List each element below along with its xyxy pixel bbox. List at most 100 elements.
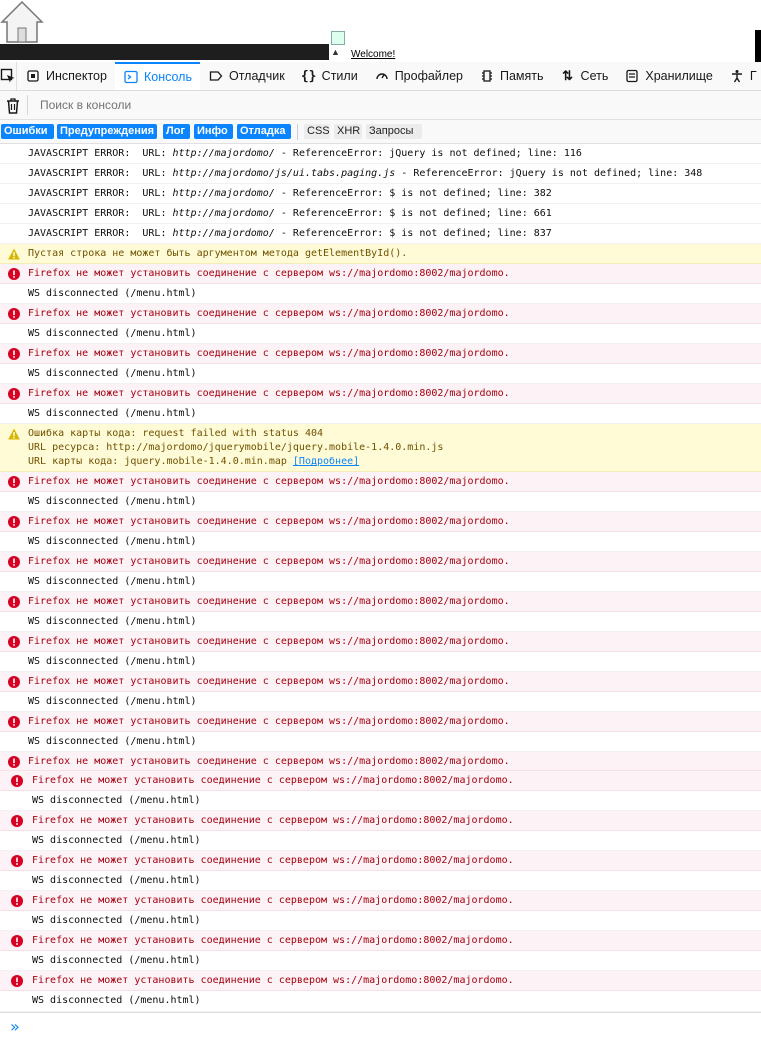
filter-info-button[interactable]: Инфо <box>194 124 233 139</box>
message-text: WS disconnected (/menu.html) <box>28 736 197 747</box>
message-text: Ошибка карты кода: request failed with s… <box>28 428 324 439</box>
message-prefix: JAVASCRIPT ERROR: URL: <box>28 148 173 159</box>
console-message-log: WS disconnected (/menu.html) <box>0 692 761 712</box>
message-text: WS disconnected (/menu.html) <box>32 875 201 886</box>
error-icon <box>8 476 20 488</box>
debugger-icon <box>208 68 224 84</box>
error-icon <box>8 676 20 688</box>
error-icon <box>8 556 20 568</box>
message-body: - ReferenceError: $ is not defined; line… <box>274 208 552 219</box>
filter-css-button[interactable]: CSS <box>304 124 330 139</box>
console-message-log: WS disconnected (/menu.html) <box>0 652 761 672</box>
message-text: WS disconnected (/menu.html) <box>28 368 197 379</box>
console-message-error: Firefox не может установить соединение с… <box>0 752 761 771</box>
tab-debugger[interactable]: Отладчик <box>200 62 293 90</box>
error-icon <box>8 596 20 608</box>
scroll-up-arrow-icon[interactable]: ▲ <box>331 47 340 57</box>
error-icon <box>8 388 20 400</box>
tab-storage[interactable]: Хранилище <box>616 62 721 90</box>
tab-label: Консоль <box>143 70 192 84</box>
network-icon: ⇅ <box>562 68 573 83</box>
message-text: Firefox не может установить соединение с… <box>32 855 514 866</box>
console-message-error: Firefox не может установить соединение с… <box>0 931 761 951</box>
console-js-input[interactable]: » <box>0 1012 761 1040</box>
filter-xhr-button[interactable]: XHR <box>334 124 362 139</box>
filter-logs-button[interactable]: Лог <box>163 124 190 139</box>
tab-inspector[interactable]: Инспектор <box>17 62 115 90</box>
memory-icon <box>479 68 495 84</box>
console-message-log: JAVASCRIPT ERROR: URL: http://majordomo/… <box>0 164 761 184</box>
error-icon <box>11 895 23 907</box>
message-text: Пустая строка не может быть аргументом м… <box>28 248 408 259</box>
tab-label: Инспектор <box>46 69 107 83</box>
home-icon[interactable] <box>0 0 44 44</box>
style-editor-icon: {} <box>300 68 317 84</box>
profiler-icon <box>374 68 390 84</box>
devtools-tabbar: Инспектор Консоль Отладчик {} Стили Проф… <box>0 62 761 91</box>
warning-icon <box>8 428 20 440</box>
message-text: Firefox не может установить соединение с… <box>28 636 510 647</box>
message-text: WS disconnected (/menu.html) <box>32 955 201 966</box>
clear-console-trash-icon[interactable] <box>5 97 21 114</box>
message-text: Firefox не может установить соединение с… <box>32 935 514 946</box>
message-text: WS disconnected (/menu.html) <box>28 496 197 507</box>
tab-accessibility[interactable]: Г <box>721 62 761 90</box>
storage-icon <box>624 68 640 84</box>
message-text: WS disconnected (/menu.html) <box>28 576 197 587</box>
message-text: WS disconnected (/menu.html) <box>28 616 197 627</box>
page-scrollbar[interactable] <box>755 30 761 62</box>
filter-separator <box>297 124 298 140</box>
console-message-warning: Ошибка карты кода: request failed with s… <box>0 424 761 472</box>
error-icon <box>11 975 23 987</box>
message-text: Firefox не может установить соединение с… <box>32 895 514 906</box>
error-icon <box>8 268 20 280</box>
console-message-error: Firefox не может установить соединение с… <box>0 512 761 532</box>
console-message-log: WS disconnected (/menu.html) <box>0 284 761 304</box>
message-text: WS disconnected (/menu.html) <box>32 795 201 806</box>
console-message-log: WS disconnected (/menu.html) <box>0 991 761 1012</box>
error-icon <box>11 855 23 867</box>
tab-network[interactable]: ⇅ Сеть <box>552 62 617 90</box>
console-message-log: WS disconnected (/menu.html) <box>0 791 761 811</box>
tab-memory[interactable]: Память <box>471 62 552 90</box>
filter-debug-button[interactable]: Отладка <box>237 124 291 139</box>
filter-requests-button[interactable]: Запросы <box>366 124 422 139</box>
dark-header-bar <box>0 44 329 60</box>
console-message-log: WS disconnected (/menu.html) <box>0 572 761 592</box>
console-message-error: Firefox не может установить соединение с… <box>0 264 761 284</box>
message-resource-url: URL ресурса: http://majordomo/jquerymobi… <box>28 442 444 453</box>
error-icon <box>8 348 20 360</box>
message-sourcemap-url: URL карты кода: jquery.mobile-1.4.0.min.… <box>28 455 359 469</box>
tab-label: Сеть <box>580 69 609 83</box>
learn-more-link[interactable]: [Подробнее] <box>293 456 359 467</box>
console-message-error: Firefox не может установить соединение с… <box>0 771 761 791</box>
message-text: JAVASCRIPT ERROR: URL: http://majordomo/… <box>28 227 552 241</box>
message-body: - ReferenceError: jQuery is not defined;… <box>395 168 703 179</box>
tab-console[interactable]: Консоль <box>114 62 200 90</box>
message-text: Firefox не может установить соединение с… <box>28 476 510 487</box>
error-icon <box>8 636 20 648</box>
console-message-error: Firefox не может установить соединение с… <box>0 344 761 364</box>
console-message-error: Firefox не может установить соединение с… <box>0 552 761 572</box>
console-filter-input[interactable] <box>32 95 748 115</box>
console-message-error: Firefox не может установить соединение с… <box>0 712 761 732</box>
console-message-log: WS disconnected (/menu.html) <box>0 404 761 424</box>
console-message-error: Firefox не может установить соединение с… <box>0 472 761 492</box>
element-picker-button[interactable] <box>0 62 17 90</box>
error-icon <box>11 935 23 947</box>
console-message-error: Firefox не может установить соединение с… <box>0 891 761 911</box>
message-text: Firefox не может установить соединение с… <box>28 388 510 399</box>
welcome-link[interactable]: Welcome! <box>351 49 395 60</box>
console-message-error: Firefox не может установить соединение с… <box>0 672 761 692</box>
console-toolbar <box>0 91 761 120</box>
message-text: WS disconnected (/menu.html) <box>32 915 201 926</box>
filter-errors-button[interactable]: Ошибки <box>1 124 54 139</box>
console-message-error: Firefox не может установить соединение с… <box>0 811 761 831</box>
console-message-log: WS disconnected (/menu.html) <box>0 364 761 384</box>
message-text: Firefox не может установить соединение с… <box>28 716 510 727</box>
console-message-error: Firefox не может установить соединение с… <box>0 632 761 652</box>
tab-profiler[interactable]: Профайлер <box>366 62 471 90</box>
filter-warnings-button[interactable]: Предупреждения <box>57 124 157 139</box>
console-message-error: Firefox не может установить соединение с… <box>0 384 761 404</box>
tab-style-editor[interactable]: {} Стили <box>293 62 366 90</box>
